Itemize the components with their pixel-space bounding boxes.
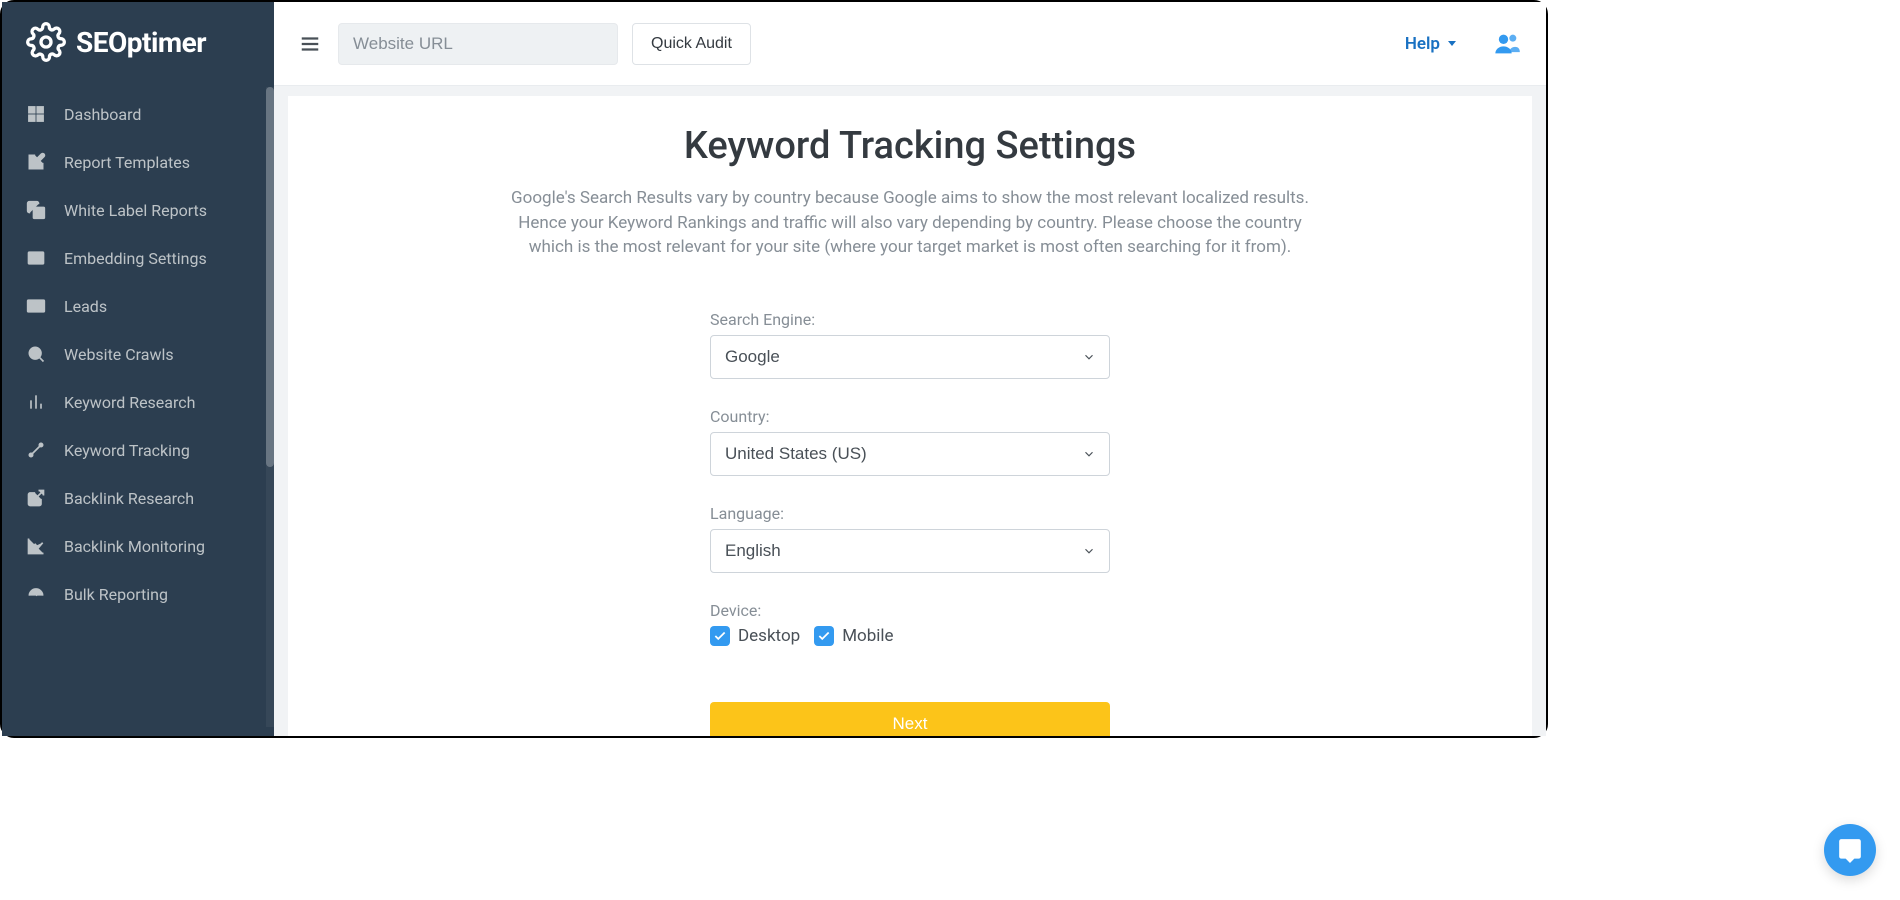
- sidebar-item-label: Website Crawls: [64, 345, 174, 364]
- sidebar-item-label: Dashboard: [64, 105, 141, 124]
- sidebar-item-backlink-monitoring[interactable]: Backlink Monitoring: [2, 522, 274, 570]
- topbar: Quick Audit Help: [274, 2, 1546, 86]
- sidebar-item-label: Report Templates: [64, 153, 190, 172]
- sidebar-item-dashboard[interactable]: Dashboard: [2, 90, 274, 138]
- bar-chart-icon: [26, 392, 46, 412]
- chat-icon: [1837, 837, 1863, 863]
- sidebar-item-label: White Label Reports: [64, 201, 207, 220]
- mobile-label: Mobile: [842, 626, 893, 646]
- gear-icon: [26, 22, 66, 62]
- content-area: Keyword Tracking Settings Google's Searc…: [274, 86, 1546, 736]
- edit-icon: [26, 152, 46, 172]
- country-label: Country:: [710, 407, 1110, 426]
- users-icon[interactable]: [1490, 30, 1524, 58]
- external-link-icon: [26, 488, 46, 508]
- sidebar-item-keyword-tracking[interactable]: Keyword Tracking: [2, 426, 274, 474]
- dashboard-icon: [26, 104, 46, 124]
- next-button[interactable]: Next: [710, 702, 1110, 736]
- sidebar-item-label: Embedding Settings: [64, 249, 207, 268]
- desktop-checkbox[interactable]: [710, 626, 730, 646]
- sidebar-item-bulk-reporting[interactable]: Bulk Reporting: [2, 570, 274, 618]
- gauge-icon: [26, 584, 46, 604]
- search-engine-select[interactable]: Google: [710, 335, 1110, 379]
- copy-icon: [26, 200, 46, 220]
- nav-list: Dashboard Report Templates White Label R…: [2, 90, 274, 618]
- desktop-label: Desktop: [738, 626, 800, 646]
- help-dropdown[interactable]: Help: [1405, 34, 1456, 54]
- sidebar-item-label: Leads: [64, 297, 107, 316]
- website-url-input[interactable]: [338, 23, 618, 65]
- sidebar-item-keyword-research[interactable]: Keyword Research: [2, 378, 274, 426]
- sidebar-item-label: Keyword Research: [64, 393, 195, 412]
- sidebar-item-white-label[interactable]: White Label Reports: [2, 186, 274, 234]
- settings-panel: Keyword Tracking Settings Google's Searc…: [288, 96, 1532, 736]
- main-area: Quick Audit Help Keyword Tracking Settin…: [274, 2, 1546, 736]
- tracking-form: Search Engine: Google Country: United St…: [710, 310, 1110, 736]
- sidebar-item-crawls[interactable]: Website Crawls: [2, 330, 274, 378]
- sidebar-item-backlink-research[interactable]: Backlink Research: [2, 474, 274, 522]
- sidebar-item-report-templates[interactable]: Report Templates: [2, 138, 274, 186]
- sidebar-scrollbar[interactable]: [266, 87, 274, 727]
- quick-audit-button[interactable]: Quick Audit: [632, 23, 751, 65]
- chart-line-icon: [26, 536, 46, 556]
- sidebar-item-leads[interactable]: Leads: [2, 282, 274, 330]
- check-icon: [713, 629, 727, 643]
- trend-icon: [26, 440, 46, 460]
- search-icon: [26, 344, 46, 364]
- embed-icon: [26, 248, 46, 268]
- sidebar-item-embedding[interactable]: Embedding Settings: [2, 234, 274, 282]
- country-select[interactable]: United States (US): [710, 432, 1110, 476]
- search-engine-label: Search Engine:: [710, 310, 1110, 329]
- sidebar-item-label: Bulk Reporting: [64, 585, 168, 604]
- page-description: Google's Search Results vary by country …: [500, 186, 1320, 260]
- sidebar-item-label: Backlink Monitoring: [64, 537, 205, 556]
- mobile-checkbox[interactable]: [814, 626, 834, 646]
- page-title: Keyword Tracking Settings: [328, 124, 1492, 168]
- device-label: Device:: [710, 601, 1110, 620]
- language-select[interactable]: English: [710, 529, 1110, 573]
- sidebar: SEOptimer Dashboard Report Templates Whi…: [2, 2, 274, 736]
- device-options: Desktop Mobile: [710, 626, 1110, 646]
- chat-widget[interactable]: [1824, 824, 1876, 876]
- mail-icon: [26, 296, 46, 316]
- menu-icon[interactable]: [296, 33, 324, 55]
- sidebar-item-label: Backlink Research: [64, 489, 194, 508]
- brand-name: SEOptimer: [76, 26, 206, 59]
- brand-logo[interactable]: SEOptimer: [2, 2, 274, 90]
- check-icon: [817, 629, 831, 643]
- help-label: Help: [1405, 34, 1440, 54]
- chevron-down-icon: [1448, 41, 1456, 46]
- sidebar-scrollbar-thumb[interactable]: [266, 87, 274, 467]
- language-label: Language:: [710, 504, 1110, 523]
- sidebar-item-label: Keyword Tracking: [64, 441, 190, 460]
